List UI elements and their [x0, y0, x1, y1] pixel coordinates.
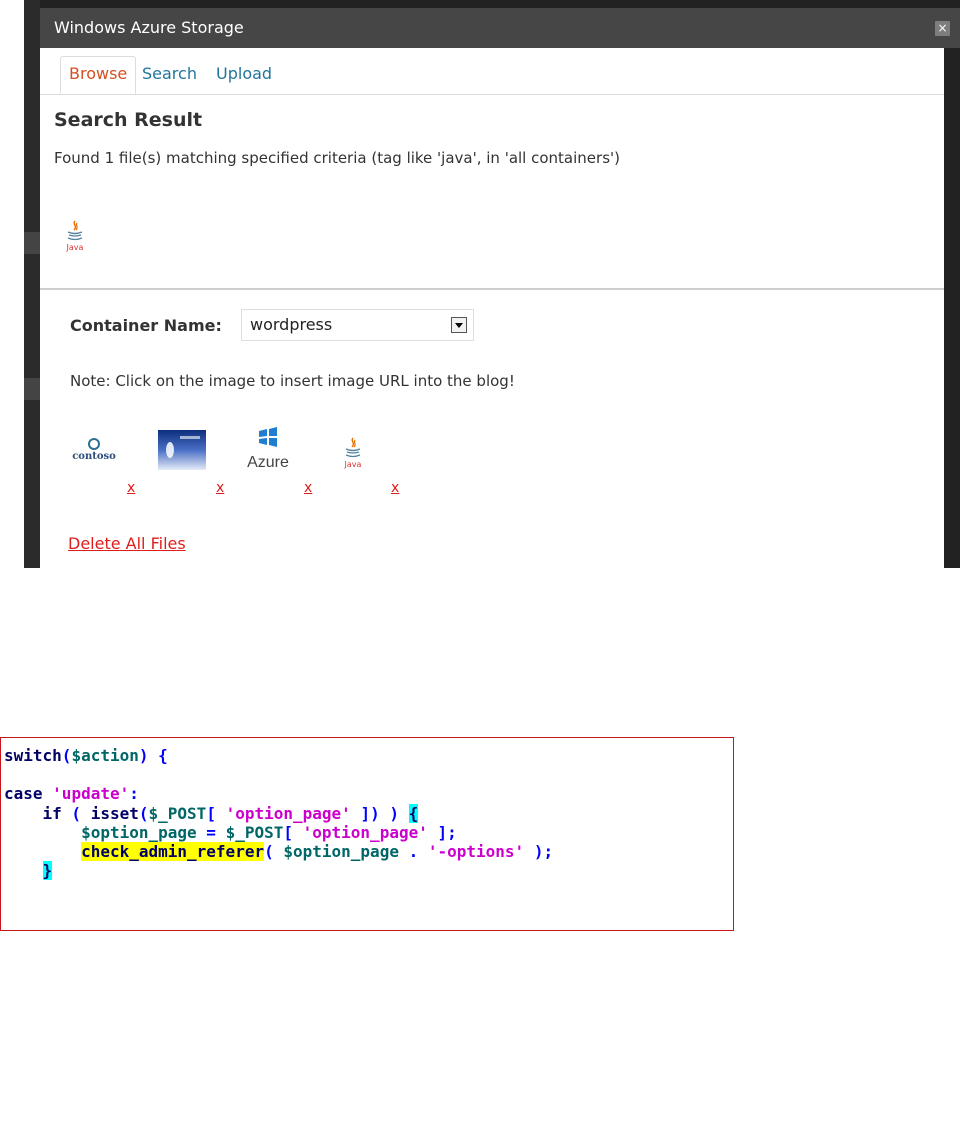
- container-select-value: wordpress: [250, 315, 333, 334]
- insert-note: Note: Click on the image to insert image…: [70, 372, 515, 390]
- code-snippet: switch($action) { case 'update': if ( is…: [0, 737, 734, 931]
- java-logo-icon: Java: [344, 437, 362, 469]
- code-block: switch($action) { case 'update': if ( is…: [4, 746, 554, 881]
- background-page-edge: [24, 0, 40, 568]
- code-line-4: if ( isset($_POST[ 'option_page' ]) ) {: [42, 803, 419, 823]
- container-name-label: Container Name:: [70, 316, 222, 335]
- browse-panel: Container Name: wordpress Note: Click on…: [40, 290, 944, 568]
- chevron-down-icon[interactable]: [451, 317, 467, 333]
- java-logo-icon: Java: [66, 220, 84, 252]
- java-thumbnail[interactable]: Java: [342, 436, 364, 474]
- java-result-thumbnail[interactable]: Java: [64, 219, 86, 257]
- search-summary: Found 1 file(s) matching specified crite…: [54, 149, 620, 167]
- search-result-heading: Search Result: [54, 109, 203, 131]
- svg-text:Java: Java: [66, 243, 84, 252]
- delete-vdist-button[interactable]: x: [216, 480, 224, 496]
- close-icon[interactable]: ×: [935, 21, 950, 36]
- delete-contoso-button[interactable]: x: [127, 480, 135, 496]
- search-result-panel: Search Result Found 1 file(s) matching s…: [40, 95, 944, 287]
- windows-azure-logo-icon: [259, 427, 277, 447]
- delete-all-files-link[interactable]: Delete All Files: [68, 534, 186, 553]
- azure-logo-text: Azure: [247, 454, 289, 471]
- container-select[interactable]: wordpress: [241, 309, 474, 341]
- code-line-3: case 'update':: [4, 784, 139, 804]
- vdist-thumbnail[interactable]: [158, 430, 206, 470]
- tab-browse[interactable]: Browse: [60, 56, 137, 94]
- svg-text:Java: Java: [344, 460, 362, 469]
- contoso-logo-icon: [88, 438, 100, 450]
- delete-azure-button[interactable]: x: [304, 480, 312, 496]
- contoso-logo-text: contoso: [72, 451, 116, 462]
- azure-thumbnail[interactable]: Azure: [240, 426, 296, 476]
- delete-java-button[interactable]: x: [391, 480, 399, 496]
- code-line-7: }: [42, 861, 53, 881]
- tab-bar: Browse Search Upload: [40, 48, 944, 95]
- tab-search[interactable]: Search: [142, 57, 197, 93]
- contoso-thumbnail[interactable]: contoso: [70, 430, 118, 476]
- dialog-content: Browse Search Upload Search Result Found…: [40, 48, 944, 568]
- dialog-title: Windows Azure Storage: [54, 18, 244, 37]
- tab-upload[interactable]: Upload: [216, 57, 272, 93]
- dialog-titlebar: Windows Azure Storage ×: [40, 8, 960, 48]
- vdist-logo-icon: [166, 436, 200, 458]
- code-line-1: switch($action) {: [4, 746, 168, 765]
- azure-storage-dialog: Windows Azure Storage × Browse Search Up…: [24, 0, 960, 568]
- code-line-6: check_admin_referer( $option_page . '-op…: [81, 842, 554, 862]
- code-line-5: $option_page = $_POST[ 'option_page' ];: [81, 822, 457, 842]
